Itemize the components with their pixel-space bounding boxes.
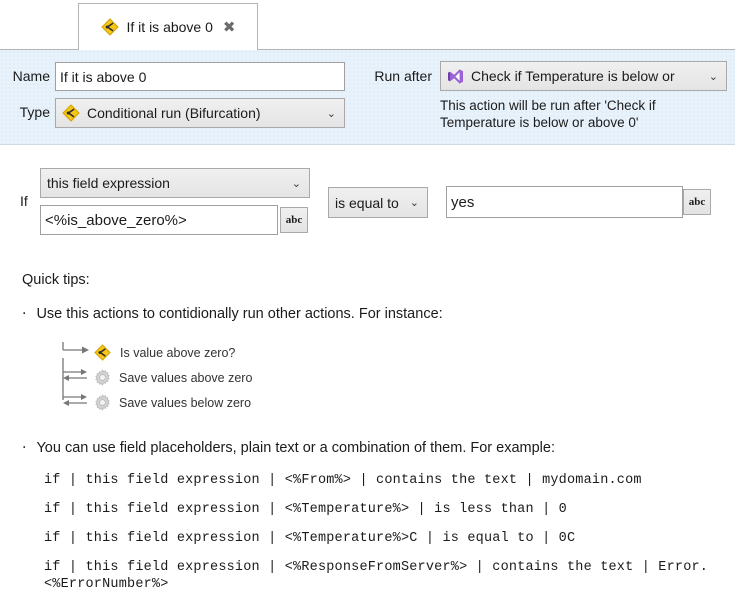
tree-item: Is value above zero? — [94, 344, 235, 362]
gear-icon — [94, 369, 111, 386]
bifurcation-diamond-icon — [94, 344, 112, 362]
if-label: If — [20, 193, 28, 209]
name-label: Name — [12, 68, 50, 84]
visual-studio-icon — [447, 68, 464, 85]
tree-item: Save values below zero — [94, 394, 251, 411]
tree-item-label: Save values below zero — [119, 395, 252, 410]
bifurcation-diamond-icon — [100, 18, 119, 36]
chevron-down-icon: ⌄ — [708, 69, 718, 83]
expression-abc-button[interactable]: abc — [280, 207, 308, 233]
chevron-down-icon: ⌄ — [291, 176, 301, 190]
example-expression: if | this field expression | <%ResponseF… — [44, 560, 717, 592]
operator-dropdown[interactable]: is equal to ⌄ — [328, 187, 428, 218]
field-selector-value: this field expression — [47, 175, 170, 191]
type-dropdown-value: Conditional run (Bifurcation) — [87, 105, 261, 121]
chevron-down-icon: ⌄ — [409, 196, 419, 209]
operator-dropdown-value: is equal to — [335, 194, 399, 211]
expression-input[interactable]: <%is_above_zero%> — [40, 205, 278, 235]
run-after-dropdown[interactable]: Check if Temperature is below or ⌄ — [440, 61, 727, 91]
bifurcation-diamond-icon — [62, 104, 80, 122]
gear-icon — [94, 394, 111, 411]
example-expression: if | this field expression | <%Temperatu… — [44, 531, 576, 546]
type-label: Type — [19, 104, 50, 120]
close-icon[interactable]: ✖ — [223, 19, 236, 35]
bullet-icon: · — [22, 440, 27, 456]
bullet-icon: · — [22, 306, 27, 322]
example-expression: if | this field expression | <%From%> | … — [44, 473, 642, 488]
tab-if-it-is-above-0[interactable]: If it is above 0 ✖ — [78, 3, 258, 50]
value-abc-button[interactable]: abc — [683, 189, 711, 215]
value-input[interactable]: yes — [446, 186, 683, 218]
run-after-label: Run after — [374, 68, 432, 84]
run-after-help-text: This action will be run after 'Check if … — [440, 98, 656, 130]
tree-item-label: Save values above zero — [119, 370, 253, 385]
type-dropdown[interactable]: Conditional run (Bifurcation) ⌄ — [55, 98, 345, 128]
example-action-tree: Is value above zero? Save values above z… — [56, 340, 316, 416]
example-expression: if | this field expression | <%Temperatu… — [44, 502, 567, 517]
tab-strip: If it is above 0 ✖ — [0, 0, 735, 50]
chevron-down-icon: ⌄ — [326, 106, 336, 120]
quick-tip-1-text: Use this actions to contidionally run ot… — [36, 306, 443, 322]
quick-tip-2-text: You can use field placeholders, plain te… — [36, 440, 555, 456]
tree-item: Save values above zero — [94, 369, 252, 386]
name-input[interactable]: If it is above 0 — [55, 62, 345, 91]
tree-connector-lines — [62, 342, 89, 406]
quick-tip-2: · You can use field placeholders, plain … — [22, 440, 555, 457]
quick-tips-title: Quick tips: — [22, 272, 90, 288]
tree-item-label: Is value above zero? — [120, 346, 236, 360]
run-after-dropdown-value: Check if Temperature is below or — [471, 68, 675, 84]
field-selector-dropdown[interactable]: this field expression ⌄ — [40, 168, 310, 198]
quick-tip-1: · Use this actions to contidionally run … — [22, 306, 443, 323]
tab-label: If it is above 0 — [126, 19, 213, 35]
